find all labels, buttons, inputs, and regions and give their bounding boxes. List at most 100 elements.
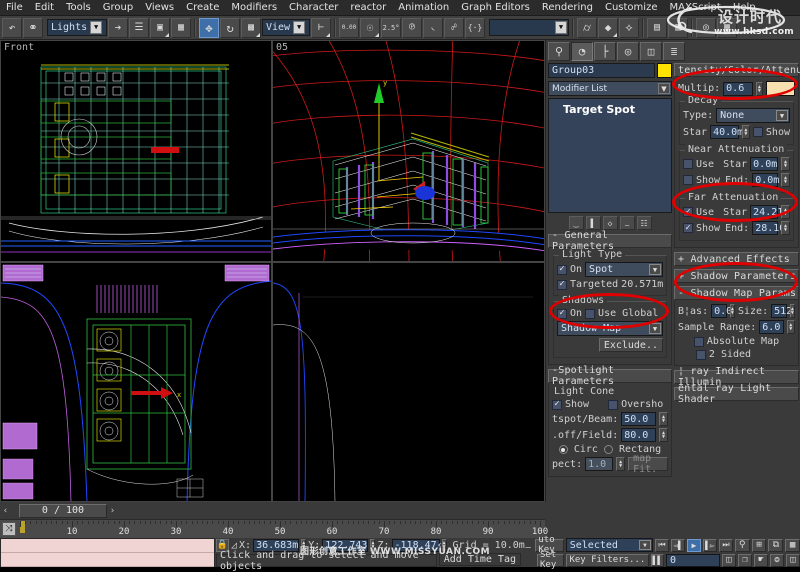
reference-coordinate-system-combo[interactable]: View ▼ [262, 19, 310, 36]
curve-editor-button[interactable]: ▤ [647, 17, 667, 38]
light-cone-show-checkbox[interactable]: ✓ [552, 399, 562, 410]
menu-item-modifiers[interactable]: Modifiers [225, 1, 283, 14]
size-spinner[interactable]: ▲ ▼ [789, 304, 795, 318]
rectangular-selection-region-button[interactable]: ▣ [150, 17, 170, 38]
show-end-result-icon[interactable]: ▌ [585, 216, 601, 230]
tab-modify[interactable]: ◔ [571, 42, 593, 61]
pan-button[interactable]: ☛ [753, 553, 768, 567]
field-of-view-button[interactable]: ◫ [721, 553, 736, 567]
time-prev-arrow[interactable]: ‹ [0, 506, 11, 516]
decay-start-field[interactable]: 40.0m [710, 125, 743, 139]
absolute-map-checkbox[interactable] [693, 336, 704, 347]
go-to-start-button[interactable]: ⏮ [654, 538, 669, 552]
falloff-spinner[interactable]: ▲ ▼ [659, 428, 668, 442]
near-show-checkbox[interactable] [683, 175, 693, 185]
undo-button[interactable]: ↶ [2, 17, 22, 38]
sample-range-field[interactable]: 6.0 [759, 320, 784, 334]
select-and-link-button[interactable]: ⚭ [23, 17, 43, 38]
hotspot-field[interactable]: 50.0 [621, 412, 656, 426]
zoom-all-button[interactable]: ⊞ [751, 538, 767, 552]
multiplier-field[interactable]: 0.6 [723, 81, 753, 96]
align-button[interactable]: ◆ [598, 17, 618, 38]
rollout-spotlight-parameters-header[interactable]: -Spotlight Parameters [548, 365, 672, 387]
menu-item-edit[interactable]: Edit [29, 1, 60, 14]
rollout-intensity-color-attenuation-header[interactable]: tensity/Color/Attenuati [674, 63, 800, 77]
near-end-spinner[interactable]: ▲ ▼ [781, 173, 790, 187]
modifier-stack-entry[interactable]: Target Spot [549, 102, 671, 117]
light-on-checkbox[interactable]: ✓ [557, 264, 567, 275]
menu-item-help[interactable]: Help [727, 1, 762, 14]
select-by-name-button[interactable]: ☰ [129, 17, 149, 38]
rollout-mr-light-shader-header[interactable]: ental ray Light Shader [674, 383, 799, 405]
layer-manager-button[interactable]: ⟡ [619, 17, 639, 38]
tab-motion[interactable]: ◎ [617, 42, 639, 61]
two-sided-checkbox[interactable] [695, 349, 706, 360]
key-toggle-icon[interactable]: ⚊ [523, 539, 533, 552]
menu-item-views[interactable]: Views [139, 1, 180, 14]
light-type-dropdown[interactable]: Spot ▼ [585, 262, 663, 277]
circle-radio[interactable] [558, 445, 568, 454]
tab-display[interactable]: ◫ [640, 42, 662, 61]
bias-spinner[interactable]: ▲ ▼ [729, 304, 735, 318]
modifier-stack[interactable]: Target Spot [548, 98, 672, 213]
time-next-arrow[interactable]: › [107, 506, 118, 516]
select-and-rotate-button[interactable]: ↻ [220, 17, 240, 38]
bias-field[interactable]: 0.0 [711, 304, 732, 318]
hotspot-spinner[interactable]: ▲ ▼ [659, 412, 668, 426]
make-unique-icon[interactable]: ◇ [602, 216, 618, 230]
light-color-swatch[interactable] [766, 81, 795, 96]
rollout-general-parameters-header[interactable]: - General Parameters [548, 230, 672, 252]
previous-frame-button[interactable]: ◅▌ [670, 538, 685, 552]
selection-filter-combo[interactable]: Lights ▼ [47, 19, 107, 36]
key-filters-button[interactable]: Key Filters... [566, 553, 649, 567]
tab-utilities[interactable]: ≣ [663, 42, 685, 61]
rollout-advanced-effects-header[interactable]: + Advanced Effects [674, 252, 799, 266]
set-key-button[interactable]: Set Key [537, 550, 565, 570]
use-global-checkbox[interactable] [585, 308, 596, 319]
far-show-checkbox[interactable]: ✓ [683, 223, 693, 233]
decay-start-spinner[interactable]: ▲ ▼ [741, 125, 750, 139]
menu-item-file[interactable]: File [0, 1, 29, 14]
go-to-end-button[interactable]: ⏭ [718, 538, 733, 552]
next-frame-button[interactable]: ▌▻ [702, 538, 717, 552]
track-bar[interactable]: ⤨ 10 20 30 40 50 60 70 80 90 100 [0, 519, 548, 538]
near-end-field[interactable]: 0.0m [752, 173, 779, 187]
select-and-scale-button[interactable]: ▩ [241, 17, 261, 38]
time-slider-handle[interactable]: 0 / 100 [19, 503, 107, 518]
far-end-spinner[interactable]: ▲ ▼ [781, 221, 790, 235]
rectangle-radio[interactable] [603, 445, 613, 454]
rollout-shadow-parameters-header[interactable]: + Shadow Parameters [674, 269, 799, 283]
falloff-field[interactable]: 80.0 [621, 428, 656, 442]
key-mode-toggle-button[interactable]: ▌▌ [650, 553, 664, 567]
maximize-viewport-toggle-button[interactable]: ◫ [785, 553, 800, 567]
named-selection-set-combo[interactable]: ▼ [489, 19, 569, 36]
menu-item-maxscript[interactable]: MAXScript [663, 1, 726, 14]
object-name-field[interactable]: Group03 [548, 63, 655, 78]
open-mini-curve-editor-icon[interactable]: ⤨ [2, 522, 16, 536]
far-end-field[interactable]: 28.10‹ [752, 221, 791, 235]
zoom-extents-button[interactable]: ⧉ [768, 538, 784, 552]
exclude-button[interactable]: Exclude.. [598, 338, 663, 352]
near-start-spinner[interactable]: ▲ ▼ [781, 157, 790, 171]
menu-item-graph-editors[interactable]: Graph Editors [455, 1, 536, 14]
viewport-camera[interactable]: 05 y [272, 40, 545, 262]
use-pivot-point-center-button[interactable]: ⊢ [311, 17, 331, 38]
mirror-button[interactable]: ⌭ [577, 17, 597, 38]
tab-create[interactable]: ⚲ [548, 42, 570, 61]
menu-item-create[interactable]: Create [180, 1, 225, 14]
schematic-view-button[interactable]: ▥ [668, 17, 688, 38]
modifier-list-dropdown[interactable]: Modifier List ▼ [548, 81, 672, 96]
menu-item-group[interactable]: Group [97, 1, 139, 14]
key-mode-combo[interactable]: Selected ▼ [565, 538, 653, 552]
targeted-checkbox[interactable]: ✓ [557, 279, 567, 290]
zoom-button[interactable]: ⚲ [734, 538, 750, 552]
rollout-mr-indirect-illumination-header[interactable]: ¦ ray Indirect Illumin [674, 366, 799, 388]
size-field[interactable]: 512 [771, 304, 792, 318]
near-use-checkbox[interactable] [683, 159, 693, 169]
menu-item-character[interactable]: Character [283, 1, 344, 14]
named-selection-sets-button[interactable]: ☍ [444, 17, 464, 38]
select-object-button[interactable]: ➔ [108, 17, 128, 38]
spinner-snap-toggle-button[interactable]: ◟ [423, 17, 443, 38]
render-scene-dialog-button[interactable]: ▦ [717, 17, 737, 38]
add-time-tag-button[interactable]: Add Time Tag [438, 553, 521, 566]
